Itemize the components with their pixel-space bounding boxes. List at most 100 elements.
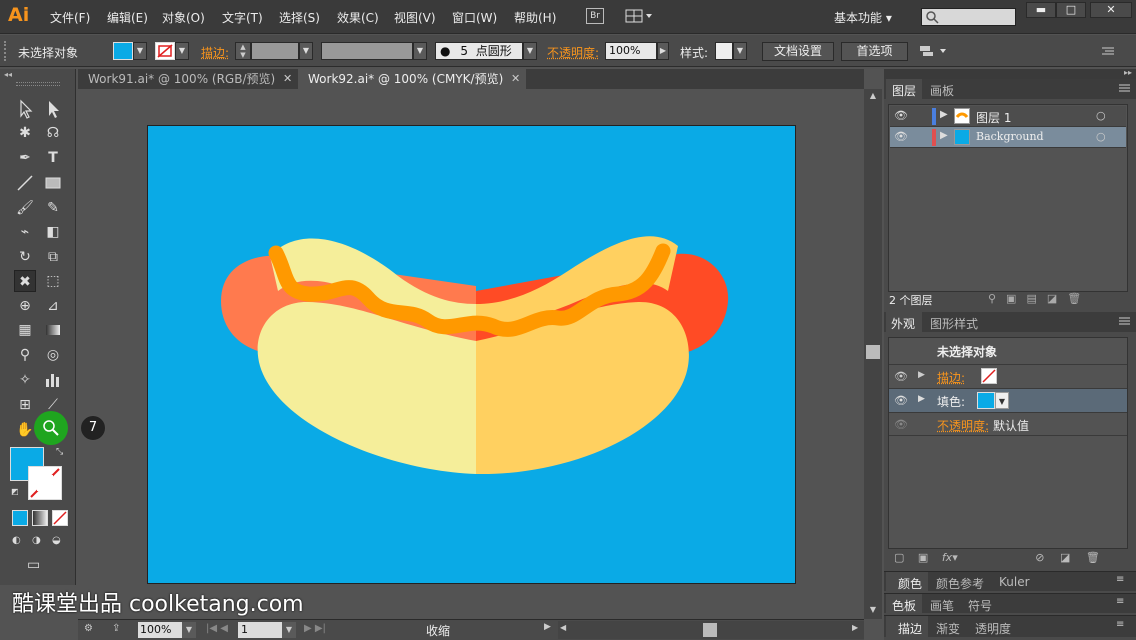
pen-tool-icon[interactable]: ✒ (14, 147, 36, 169)
column-graph-tool-icon[interactable] (42, 369, 64, 391)
mesh-tool-icon[interactable]: ▦ (14, 319, 36, 341)
stroke-swatch[interactable] (981, 368, 997, 384)
draw-behind-icon[interactable]: ◑ (32, 535, 48, 549)
close-button[interactable]: ✕ (1090, 2, 1132, 18)
scroll-down-arrow[interactable]: ▼ (866, 605, 880, 617)
line-segment-tool-icon[interactable] (14, 172, 36, 194)
opacity-input[interactable]: 100% (605, 42, 657, 60)
gradient-tool-icon[interactable] (42, 319, 64, 341)
dock-header[interactable]: ▸▸ (884, 68, 1136, 79)
fill-dropdown-arrow[interactable]: ▼ (133, 42, 147, 60)
shape-builder-tool-icon[interactable]: ⊕ (14, 295, 36, 317)
none-mode-button[interactable] (52, 510, 68, 526)
rotate-tool-icon[interactable]: ↻ (14, 246, 36, 268)
toolbox-grip[interactable] (16, 82, 60, 86)
default-colors-icon[interactable]: ◩ (11, 487, 21, 497)
status-menu-arrow[interactable]: ▶ (544, 622, 554, 638)
stroke-dropdown-arrow[interactable]: ▼ (175, 42, 189, 60)
visibility-eye-icon[interactable]: 👁 (894, 370, 908, 383)
gradient-mode-button[interactable] (32, 510, 48, 526)
brush-dropdown[interactable]: ▼ (523, 42, 537, 60)
eraser-tool-icon[interactable]: ◧ (42, 221, 64, 243)
opacity-dropdown[interactable]: ▶ (657, 42, 669, 60)
appearance-stroke-row[interactable]: 👁 ▶ 描边: (889, 364, 1127, 388)
appearance-fill-row[interactable]: 👁 ▶ 填色: ▼ (889, 388, 1127, 412)
align-options-button[interactable] (918, 43, 950, 59)
tab-transparency[interactable]: 透明度 (975, 620, 1011, 637)
stroke-weight-dropdown[interactable]: ▼ (299, 42, 313, 60)
delete-item-icon[interactable]: 🗑 (1086, 551, 1100, 564)
layer-target-icon[interactable]: ○ (1096, 130, 1106, 143)
document-setup-button[interactable]: 文档设置 (762, 42, 834, 61)
tab-work91[interactable]: Work91.ai* @ 100% (RGB/预览) (78, 69, 296, 89)
layers-panel-menu-icon[interactable] (1116, 82, 1132, 96)
expand-arrow-icon[interactable]: ▶ (940, 130, 948, 141)
tab-work92[interactable]: Work92.ai* @ 100% (CMYK/预览) (298, 69, 526, 89)
tab-color-guide[interactable]: 颜色参考 (936, 575, 984, 592)
vertical-scrollbar[interactable]: ▲ ▼ (864, 89, 882, 619)
draw-inside-icon[interactable]: ◒ (52, 535, 68, 549)
duplicate-item-icon[interactable]: ◪ (1060, 551, 1070, 564)
fill-color-swatch[interactable] (113, 42, 133, 60)
appearance-opacity-row[interactable]: 👁 不透明度: 默认值 (889, 412, 1127, 436)
screen-mode-icon[interactable]: ▭ (27, 557, 51, 575)
artboard-number-input[interactable]: 1 (238, 622, 282, 638)
blend-tool-icon[interactable]: ◎ (42, 344, 64, 366)
paintbrush-tool-icon[interactable]: 🖌 (14, 197, 36, 219)
menu-view[interactable]: 视图(V) (394, 9, 436, 26)
stroke-weight-input[interactable] (251, 42, 299, 60)
tab-graphic-styles[interactable]: 图形样式 (930, 315, 978, 332)
zoom-level-input[interactable]: 100% (138, 622, 182, 638)
add-effect-icon[interactable]: fx▾ (942, 551, 958, 564)
appearance-panel-menu-icon[interactable] (1116, 315, 1132, 329)
layer-name[interactable]: Background (976, 130, 1044, 143)
swap-colors-icon[interactable]: ⤡ (56, 447, 66, 457)
stroke-weight-stepper[interactable]: ▲ ▼ (235, 42, 251, 60)
artboard-dropdown[interactable]: ▼ (282, 622, 296, 638)
dock-collapse-icon[interactable]: ▸▸ (1124, 68, 1132, 77)
artboard-tool-icon[interactable]: ⊞ (14, 394, 36, 416)
scroll-right-arrow[interactable]: ▶ (852, 623, 858, 632)
stroke-swatch-large[interactable] (28, 466, 62, 500)
bridge-button[interactable]: Br (586, 8, 604, 24)
eyedropper-tool-icon[interactable]: ⚲ (14, 344, 36, 366)
scroll-left-arrow[interactable]: ◀ (560, 623, 566, 632)
tab-appearance[interactable]: 外观 (891, 315, 915, 332)
tab-layers[interactable]: 图层 (892, 82, 916, 99)
last-artboard-icon[interactable]: ▶ ▶| (304, 623, 334, 637)
perspective-grid-tool-icon[interactable]: ⊿ (42, 295, 64, 317)
layer-name[interactable]: 图层 1 (976, 109, 1011, 126)
control-bar-menu-icon[interactable] (1100, 44, 1116, 58)
menu-edit[interactable]: 编辑(E) (107, 9, 148, 26)
new-fill-icon[interactable]: ▣ (918, 551, 928, 564)
menu-type[interactable]: 文字(T) (222, 9, 263, 26)
horizontal-scrollbar[interactable]: ◀ ▶ (558, 621, 864, 639)
blob-brush-tool-icon[interactable]: ⌁ (14, 221, 36, 243)
artboard[interactable] (147, 125, 796, 584)
minimize-button[interactable]: ▬ (1026, 2, 1056, 18)
layer-row-background[interactable]: 👁 ▶ Background ○ (890, 127, 1126, 148)
zoom-tool-icon[interactable] (34, 411, 68, 445)
style-dropdown[interactable]: ▼ (733, 42, 747, 60)
menu-help[interactable]: 帮助(H) (514, 9, 556, 26)
rectangle-tool-icon[interactable] (42, 172, 64, 194)
status-text[interactable]: 收缩 (426, 622, 450, 639)
tab-kuler[interactable]: Kuler (999, 575, 1030, 589)
first-artboard-icon[interactable]: |◀ ◀ (206, 623, 236, 637)
graphic-style-swatch[interactable] (715, 42, 733, 60)
new-stroke-icon[interactable]: ▢ (894, 551, 904, 564)
menu-window[interactable]: 窗口(W) (452, 9, 497, 26)
close-tab-icon[interactable]: ✕ (283, 69, 292, 89)
hand-tool-icon[interactable]: ✋ (14, 419, 36, 441)
expand-arrow-icon[interactable]: ▶ (918, 394, 925, 404)
grip-handle[interactable] (4, 41, 7, 61)
selection-tool-icon[interactable] (14, 98, 36, 120)
scroll-up-arrow[interactable]: ▲ (866, 91, 880, 103)
fill-dropdown[interactable]: ▼ (995, 392, 1009, 409)
width-profile-dropdown[interactable]: ▼ (413, 42, 427, 60)
opacity-label[interactable]: 不透明度: (547, 44, 599, 61)
preferences-button[interactable]: 首选项 (841, 42, 908, 61)
tab-artboards[interactable]: 画板 (930, 82, 954, 99)
visibility-eye-icon[interactable]: 👁 (894, 418, 908, 431)
pencil-tool-icon[interactable]: ✎ (42, 197, 64, 219)
